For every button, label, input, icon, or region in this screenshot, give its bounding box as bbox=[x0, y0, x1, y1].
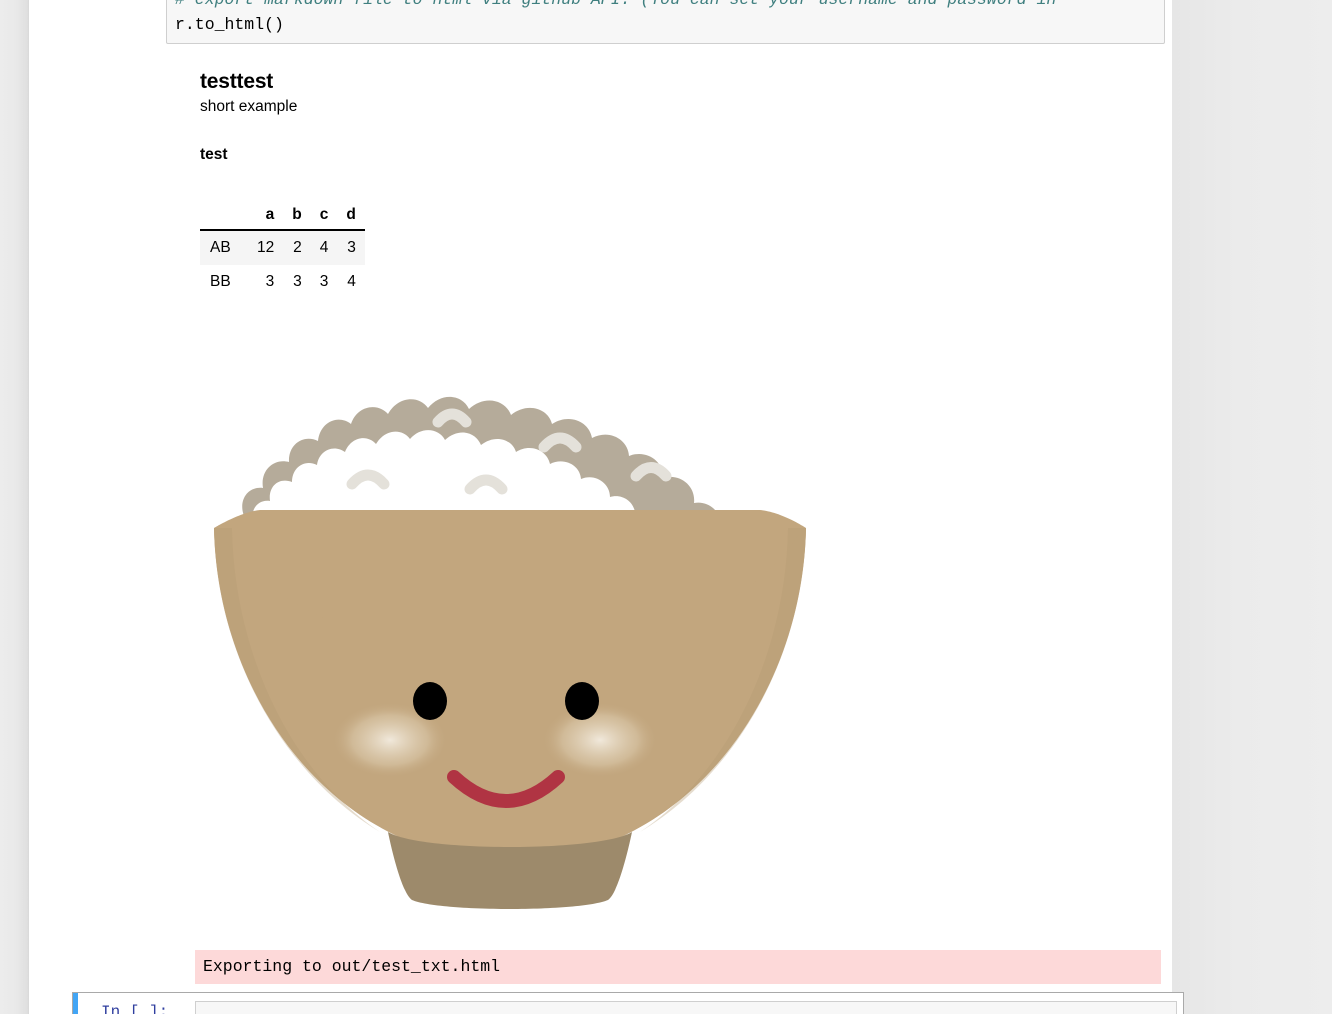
paragraph-short-example: short example bbox=[200, 98, 298, 115]
code-line-comment: # export markdown file to html via githu… bbox=[175, 0, 1156, 12]
cell-value: 3 bbox=[347, 239, 356, 256]
markdown-output: testtest short example test bbox=[200, 70, 1160, 164]
table-header-row: a b c d bbox=[200, 203, 365, 230]
row-index-label: AB bbox=[210, 239, 231, 256]
eye-right-icon bbox=[565, 682, 599, 720]
heading-testtest: testtest bbox=[200, 70, 274, 93]
row-index-label: BB bbox=[210, 273, 231, 290]
code-cell-input[interactable]: # export markdown file to html via githu… bbox=[166, 0, 1165, 44]
eye-left-icon bbox=[413, 682, 447, 720]
stderr-output: Exporting to out/test_txt.html bbox=[195, 950, 1161, 984]
table-body: AB 12 2 4 3 BB 3 3 3 4 bbox=[200, 230, 365, 299]
cell-value: 3 bbox=[293, 273, 302, 290]
cell-value: 12 bbox=[257, 239, 275, 256]
cell-value: 4 bbox=[319, 239, 329, 256]
table-row: AB 12 2 4 3 bbox=[200, 230, 365, 265]
dataframe-output: a b c d AB 12 2 4 3 BB 3 3 3 4 bbox=[200, 203, 365, 299]
left-gutter bbox=[0, 0, 29, 1014]
page-right-background bbox=[1172, 0, 1332, 1014]
cell-prompt-label: In [ ]: bbox=[101, 1003, 169, 1014]
notebook-viewport: # export markdown file to html via githu… bbox=[0, 0, 1332, 1014]
rice-bowl-icon bbox=[214, 396, 806, 909]
code-comment-text: # export markdown file to html via githu… bbox=[175, 0, 1056, 9]
code-line-statement: r.to_html() bbox=[175, 15, 284, 34]
dataframe-table: a b c d AB 12 2 4 3 BB 3 3 3 4 bbox=[200, 203, 365, 299]
column-header-a: a bbox=[265, 206, 275, 223]
column-header-b: b bbox=[292, 206, 302, 223]
cell-code-editor[interactable] bbox=[195, 1001, 1177, 1014]
heading-test: test bbox=[200, 146, 228, 163]
cell-value: 2 bbox=[293, 239, 302, 256]
table-head: a b c d bbox=[200, 203, 365, 230]
selected-code-cell[interactable]: In [ ]: bbox=[72, 992, 1184, 1014]
table-corner-cell bbox=[200, 203, 248, 230]
table-row: BB 3 3 3 4 bbox=[200, 265, 365, 299]
cell-value: 4 bbox=[347, 273, 356, 290]
rice-bowl-image bbox=[200, 352, 820, 932]
cheek-right bbox=[542, 702, 658, 778]
column-header-d: d bbox=[346, 206, 356, 223]
bowl-body bbox=[214, 510, 806, 862]
column-header-c: c bbox=[319, 206, 329, 223]
cell-selection-bar bbox=[73, 993, 78, 1014]
cell-value: 3 bbox=[265, 273, 275, 290]
cell-value: 3 bbox=[319, 273, 329, 290]
notebook-page: # export markdown file to html via githu… bbox=[29, 0, 1184, 1014]
